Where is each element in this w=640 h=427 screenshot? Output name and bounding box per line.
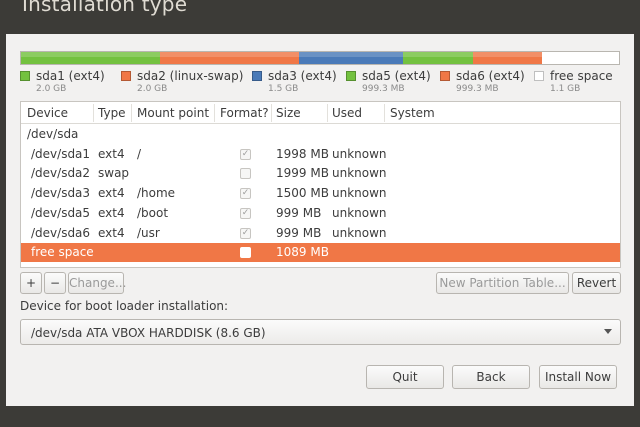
column-mount-point[interactable]: Mount point [137, 106, 209, 120]
bootloader-label: Device for boot loader installation: [20, 299, 229, 313]
table-row[interactable]: free space 1089 MB [21, 243, 620, 263]
cell-size: 1500 MB [276, 186, 329, 201]
partition-bar-segment [472, 52, 543, 64]
table-header: Device Type Mount point Format? Size Use… [21, 102, 620, 124]
back-button[interactable]: Back [452, 365, 530, 389]
bootloader-device-select[interactable]: /dev/sda ATA VBOX HARDDISK (8.6 GB) [20, 319, 621, 345]
legend-label: sda5 (ext4) [362, 69, 431, 83]
change-partition-button[interactable]: Change... [68, 272, 126, 294]
cell-used: unknown [332, 186, 387, 201]
column-device[interactable]: Device [27, 106, 68, 120]
table-row[interactable]: /dev/sda5 ext4/boot 999 MB unknown ✓ [21, 204, 620, 223]
cell-size: 1998 MB [276, 146, 329, 161]
column-separator [271, 104, 272, 122]
column-format[interactable]: Format? [220, 106, 269, 120]
legend-size: 2.0 GB [36, 84, 67, 94]
cell-mount-point: /usr [137, 225, 160, 240]
cell-type: swap [98, 166, 130, 181]
window-title: Installation type [22, 0, 188, 16]
remove-partition-button[interactable]: − [44, 272, 66, 294]
cell-device: /dev/sda [27, 127, 79, 141]
column-separator [214, 104, 215, 122]
window-bottom-bar [0, 406, 640, 427]
column-separator [131, 104, 132, 122]
table-row[interactable]: /dev/sda [21, 125, 620, 144]
partition-table[interactable]: Device Type Mount point Format? Size Use… [20, 101, 621, 268]
partition-bar-segment [160, 52, 300, 64]
chevron-down-icon [604, 329, 612, 334]
format-checkbox[interactable]: ✓ [240, 227, 251, 239]
cell-size: 1999 MB [276, 166, 329, 181]
format-checkbox[interactable] [240, 247, 251, 259]
table-row[interactable]: /dev/sda6 ext4/usr 999 MB unknown ✓ [21, 224, 620, 243]
table-row[interactable]: /dev/sda3 ext4/home 1500 MB unknown ✓ [21, 184, 620, 203]
cell-device: /dev/sda5 [31, 205, 91, 220]
partition-legend: sda1 (ext4) 2.0 GB sda2 (linux-swap) 2.0 GB… [20, 69, 625, 95]
column-separator [327, 104, 328, 122]
cell-device: free space [31, 245, 94, 260]
title-bar: Installation type [0, 0, 640, 34]
format-checkbox[interactable]: ✓ [240, 207, 251, 219]
installer-window: sda1 (ext4) 2.0 GB sda2 (linux-swap) 2.0 GB… [6, 34, 634, 406]
partition-bar [20, 51, 620, 65]
legend-size: 1.1 GB [550, 84, 581, 94]
column-type[interactable]: Type [98, 106, 126, 120]
legend-swatch [440, 71, 450, 81]
cell-used: unknown [332, 166, 387, 181]
cell-used: unknown [332, 205, 387, 220]
legend-label: sda6 (ext4) [456, 69, 525, 83]
cell-type: ext4 [98, 225, 125, 240]
new-partition-table-button[interactable]: New Partition Table... [436, 272, 569, 294]
partition-bar-segment [542, 52, 619, 64]
format-checkbox[interactable] [240, 168, 251, 180]
legend-swatch [252, 71, 262, 81]
quit-button[interactable]: Quit [366, 365, 444, 389]
cell-size: 999 MB [276, 225, 322, 240]
legend-label: sda1 (ext4) [36, 69, 105, 83]
bootloader-selected-value: /dev/sda ATA VBOX HARDDISK (8.6 GB) [31, 326, 266, 340]
legend-label: sda2 (linux-swap) [137, 69, 244, 83]
column-used[interactable]: Used [332, 106, 362, 120]
cell-type: ext4 [98, 146, 125, 161]
cell-type: ext4 [98, 205, 125, 220]
partition-bar-segment [403, 52, 473, 64]
add-partition-button[interactable]: + [20, 272, 42, 294]
cell-mount-point: /home [137, 186, 176, 201]
revert-button[interactable]: Revert [572, 272, 621, 294]
format-checkbox[interactable]: ✓ [240, 148, 251, 160]
cell-mount-point: / [137, 146, 142, 161]
legend-size: 1.5 GB [268, 84, 299, 94]
legend-swatch [534, 71, 544, 81]
column-size[interactable]: Size [276, 106, 301, 120]
cell-mount-point: /boot [137, 205, 169, 220]
table-row[interactable]: /dev/sda2 swap 1999 MB unknown [21, 164, 620, 183]
install-now-button[interactable]: Install Now [539, 365, 617, 389]
legend-size: 999.3 MB [456, 84, 499, 94]
legend-label: free space [550, 69, 613, 83]
cell-size: 1089 MB [276, 245, 329, 260]
format-checkbox[interactable]: ✓ [240, 188, 251, 200]
legend-label: sda3 (ext4) [268, 69, 337, 83]
cell-used: unknown [332, 146, 387, 161]
cell-device: /dev/sda6 [31, 225, 91, 240]
legend-size: 999.3 MB [362, 84, 405, 94]
cell-device: /dev/sda1 [31, 146, 91, 161]
legend-swatch [121, 71, 131, 81]
column-separator [93, 104, 94, 122]
cell-used: unknown [332, 225, 387, 240]
legend-swatch [346, 71, 356, 81]
cell-device: /dev/sda3 [31, 186, 91, 201]
table-row[interactable]: /dev/sda1 ext4 / 1998 MB unknown ✓ [21, 145, 620, 164]
legend-size: 2.0 GB [137, 84, 168, 94]
legend-swatch [20, 71, 30, 81]
cell-type: ext4 [98, 186, 125, 201]
cell-size: 999 MB [276, 205, 322, 220]
column-system[interactable]: System [390, 106, 435, 120]
partition-bar-segment [299, 52, 404, 64]
partition-bar-segment [21, 52, 161, 64]
column-separator [384, 104, 385, 122]
cell-device: /dev/sda2 [31, 166, 91, 181]
